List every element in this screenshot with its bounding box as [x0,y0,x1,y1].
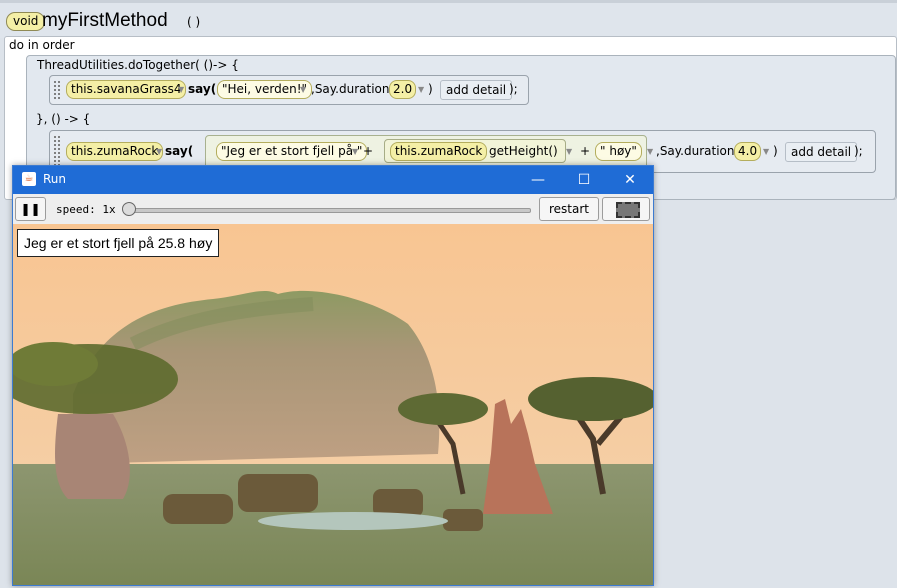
text-argument-pill-2[interactable]: " høy" [595,142,642,161]
maximize-button[interactable]: ☐ [561,166,607,194]
speed-label: speed: 1x [56,203,116,216]
add-detail-button[interactable]: add detail [440,80,513,100]
duration-value-pill[interactable]: 4.0 [734,142,762,161]
add-detail-button[interactable]: add detail [785,142,858,162]
dropdown-arrow-icon[interactable]: ▼ [418,85,424,94]
run-window: ☕ Run — ☐ ✕ ❚❚ speed: 1x restart Jeg er … [12,165,654,586]
close-paren: ) [773,144,778,158]
statement-terminator: ); [509,82,518,96]
dropdown-arrow-icon[interactable]: ▼ [566,147,572,156]
duration-value-pill[interactable]: 2.0 [389,80,417,99]
fullscreen-icon [616,202,640,218]
dropdown-arrow-icon[interactable]: ▼ [300,85,306,94]
drag-handle-icon[interactable] [53,80,61,100]
concat-plus: + [580,144,591,158]
window-title: Run [43,172,67,186]
duration-label: ,Say.duration( [311,82,395,96]
close-paren: ) [428,82,433,96]
dropdown-arrow-icon[interactable]: ▼ [647,147,653,156]
say-method-label: say( [165,144,194,158]
fullscreen-button[interactable] [602,197,650,221]
speed-slider-thumb[interactable] [122,202,136,216]
run-toolbar: ❚❚ speed: 1x restart [13,194,653,224]
say-method-label: say( [188,82,217,96]
restart-button[interactable]: restart [539,197,599,221]
pond [258,512,448,530]
dropdown-arrow-icon[interactable]: ▼ [352,147,358,156]
dropdown-arrow-icon[interactable]: ▼ [178,85,184,94]
inner-target-pill[interactable]: this.zumaRock [390,142,488,161]
return-type-pill[interactable]: void [6,12,46,31]
target-pill-zumarock[interactable]: this.zumaRock [66,142,164,161]
get-height-method: getHeight() [489,144,558,158]
scene-viewport[interactable]: Jeg er et stort fjell på 25.8 høy [13,224,653,585]
minimize-button[interactable]: — [515,166,561,194]
duration-label: ,Say.duration( [656,144,740,158]
text-argument-pill[interactable]: "Jeg er et stort fjell på " [216,142,368,161]
acacia-canopy [528,377,653,421]
statement-terminator: ); [854,144,863,158]
drag-handle-icon[interactable] [53,135,61,168]
method-name: myFirstMethod [42,10,168,31]
scene-render [13,224,653,585]
dropdown-arrow-icon[interactable]: ▼ [156,147,162,156]
close-button[interactable]: ✕ [607,166,653,194]
acacia-canopy-2 [398,393,488,425]
dropdown-arrow-icon[interactable]: ▼ [763,147,769,156]
tab-strip [0,0,897,3]
lambda-separator: }, () -> { [36,112,91,126]
java-cup-icon: ☕ [22,172,36,186]
speech-bubble: Jeg er et stort fjell på 25.8 høy [17,229,220,257]
target-pill-savanagrass[interactable]: this.savanaGrass4 [66,80,187,99]
text-argument-pill[interactable]: "Hei, verden!" [217,80,313,99]
do-together-label: ThreadUtilities.doTogether( ()-> { [37,58,239,72]
method-params: ( ) [187,15,201,29]
window-titlebar[interactable]: ☕ Run — ☐ ✕ [13,166,653,194]
concat-plus: + [363,144,374,158]
pause-button[interactable]: ❚❚ [15,197,46,221]
speed-slider-track[interactable] [129,208,531,213]
do-in-order-label: do in order [9,38,75,52]
baobab-trunk [55,414,130,499]
